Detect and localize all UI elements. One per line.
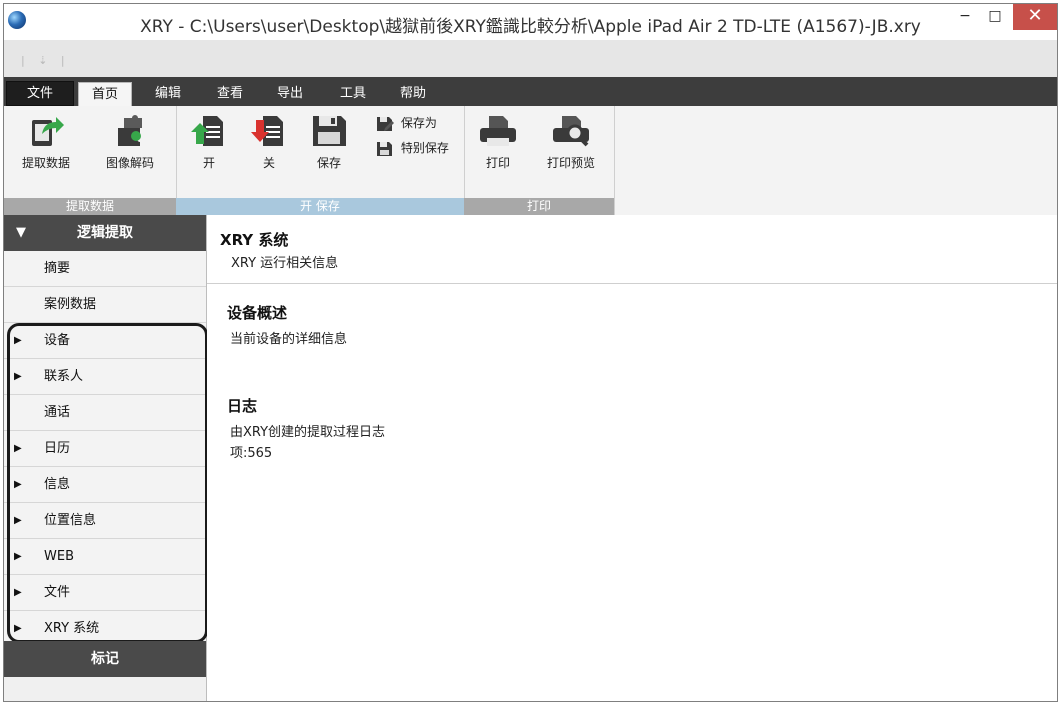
- ribbon: 提取数据 图像解码 提取数据 开 关 保存 保存为 特别保存 开 保存 打印 打…: [4, 106, 1057, 216]
- close-file-label: 关: [262, 156, 275, 170]
- expand-arrow-icon: ▶: [14, 515, 22, 526]
- sidebar-item-label: 日历: [44, 441, 71, 456]
- save-as-button[interactable]: 保存为: [376, 114, 437, 132]
- sidebar-item-label: 设备: [44, 333, 71, 348]
- maximize-button[interactable]: □: [982, 4, 1008, 30]
- sidebar-item-label: 摘要: [44, 261, 71, 276]
- expand-arrow-icon: ▶: [14, 371, 22, 382]
- title-bar: XRY - C:\Users\user\Desktop\越獄前後XRY鑑識比較分…: [4, 4, 1057, 40]
- sidebar-item-calls[interactable]: 通话: [4, 395, 206, 431]
- section-title-device-overview[interactable]: 设备概述: [227, 302, 287, 323]
- window-title: XRY - C:\Users\user\Desktop\越獄前後XRY鑑識比較分…: [140, 17, 921, 37]
- ribbon-group-extract: 提取数据 图像解码 提取数据: [4, 106, 177, 215]
- quick-access-toolbar: | ⇣ |: [4, 40, 1057, 77]
- close-file-button[interactable]: 关: [244, 114, 294, 171]
- ribbon-group-open-save: 开 关 保存 保存为 特别保存 开 保存: [176, 106, 465, 215]
- image-decode-label: 图像解码: [105, 156, 154, 170]
- expand-arrow-icon: ▶: [14, 335, 22, 346]
- print-preview-label: 打印预览: [546, 156, 595, 170]
- content-header: XRY 系统 XRY 运行相关信息: [207, 215, 1057, 284]
- close-button[interactable]: ✕: [1013, 4, 1057, 30]
- save-as-label: 保存为: [400, 116, 437, 130]
- expand-arrow-icon: ▶: [14, 587, 22, 598]
- ribbon-group-extract-label: 提取数据: [4, 198, 176, 215]
- sidebar-item-label: WEB: [44, 549, 74, 564]
- sidebar-item-label: 联系人: [44, 369, 84, 384]
- minimize-button[interactable]: −: [952, 4, 978, 30]
- special-save-icon: [377, 141, 392, 156]
- sidebar-item-contacts[interactable]: ▶ 联系人: [4, 359, 206, 395]
- sidebar-item-messages[interactable]: ▶ 信息: [4, 467, 206, 503]
- tab-file[interactable]: 文件: [6, 81, 74, 106]
- save-disk-icon: [313, 116, 346, 146]
- tab-export[interactable]: 导出: [264, 82, 316, 106]
- save-button[interactable]: 保存: [304, 114, 354, 171]
- sidebar-item-calendar[interactable]: ▶ 日历: [4, 431, 206, 467]
- sidebar-item-label: 信息: [44, 477, 71, 492]
- section-count-log: 项:565: [230, 446, 273, 461]
- sidebar-header-label: 逻辑提取: [77, 225, 133, 241]
- print-preview-button[interactable]: 打印预览: [536, 114, 606, 171]
- quick-access-customize-icon[interactable]: | ⇣ |: [21, 54, 70, 67]
- sidebar-item-label: 文件: [44, 585, 71, 600]
- sidebar-bookmarks[interactable]: 标记: [4, 641, 206, 677]
- sidebar-item-label: 案例数据: [44, 297, 97, 312]
- sidebar-header-logical-extraction[interactable]: ▼ 逻辑提取: [4, 215, 206, 251]
- sidebar-item-web[interactable]: ▶ WEB: [4, 539, 206, 575]
- sidebar-item-label: 位置信息: [44, 513, 97, 528]
- main-content: XRY 系统 XRY 运行相关信息 设备概述 当前设备的详细信息 日志 由XRY…: [207, 215, 1057, 701]
- sidebar-item-case-data[interactable]: 案例数据: [4, 287, 206, 323]
- application-window: XRY - C:\Users\user\Desktop\越獄前後XRY鑑識比較分…: [3, 3, 1058, 702]
- sidebar-item-device[interactable]: ▶ 设备: [4, 323, 206, 359]
- sidebar-item-location[interactable]: ▶ 位置信息: [4, 503, 206, 539]
- section-title-log[interactable]: 日志: [227, 395, 257, 416]
- ribbon-group-print-label: 打印: [464, 198, 614, 215]
- ribbon-tab-bar: 文件 首页 编辑 查看 导出 工具 帮助: [4, 77, 1057, 107]
- open-button[interactable]: 开: [184, 114, 234, 171]
- tab-tools[interactable]: 工具: [327, 82, 379, 106]
- open-label: 开: [202, 156, 215, 170]
- sidebar-item-label: 通话: [44, 405, 71, 420]
- expand-arrow-icon: ▶: [14, 551, 22, 562]
- section-desc-log: 由XRY创建的提取过程日志: [230, 425, 386, 440]
- print-preview-icon: [553, 116, 589, 147]
- print-button[interactable]: 打印: [474, 114, 522, 171]
- section-desc-device-overview: 当前设备的详细信息: [230, 332, 348, 347]
- sidebar: ▼ 逻辑提取 摘要 案例数据 ▶ 设备 ▶ 联系人 通话 ▶ 日历 ▶ 信息 ▶: [4, 215, 208, 701]
- save-as-icon: [377, 116, 394, 131]
- close-file-icon: [251, 116, 283, 146]
- ribbon-group-open-save-label: 开 保存: [176, 198, 464, 215]
- expand-arrow-icon: ▶: [14, 479, 22, 490]
- page-subtitle: XRY 运行相关信息: [231, 256, 339, 271]
- ribbon-group-print: 打印 打印预览 打印: [464, 106, 615, 215]
- expand-arrow-icon: ▶: [14, 443, 22, 454]
- open-file-icon: [191, 116, 223, 146]
- image-decode-button[interactable]: 图像解码: [98, 114, 162, 171]
- sidebar-item-files[interactable]: ▶ 文件: [4, 575, 206, 611]
- print-label: 打印: [485, 156, 510, 170]
- page-title: XRY 系统: [220, 231, 289, 249]
- special-save-button[interactable]: 特别保存: [376, 139, 449, 157]
- save-label: 保存: [316, 156, 341, 170]
- puzzle-icon: [118, 115, 142, 146]
- printer-icon: [480, 116, 516, 146]
- special-save-label: 特别保存: [400, 141, 449, 155]
- extract-data-label: 提取数据: [21, 156, 70, 170]
- extract-data-icon: [32, 117, 64, 146]
- extract-data-button[interactable]: 提取数据: [14, 114, 78, 171]
- tab-view[interactable]: 查看: [204, 82, 256, 106]
- tab-home[interactable]: 首页: [78, 82, 132, 107]
- tab-edit[interactable]: 编辑: [142, 82, 194, 106]
- tab-help[interactable]: 帮助: [387, 82, 439, 106]
- sidebar-item-summary[interactable]: 摘要: [4, 251, 206, 287]
